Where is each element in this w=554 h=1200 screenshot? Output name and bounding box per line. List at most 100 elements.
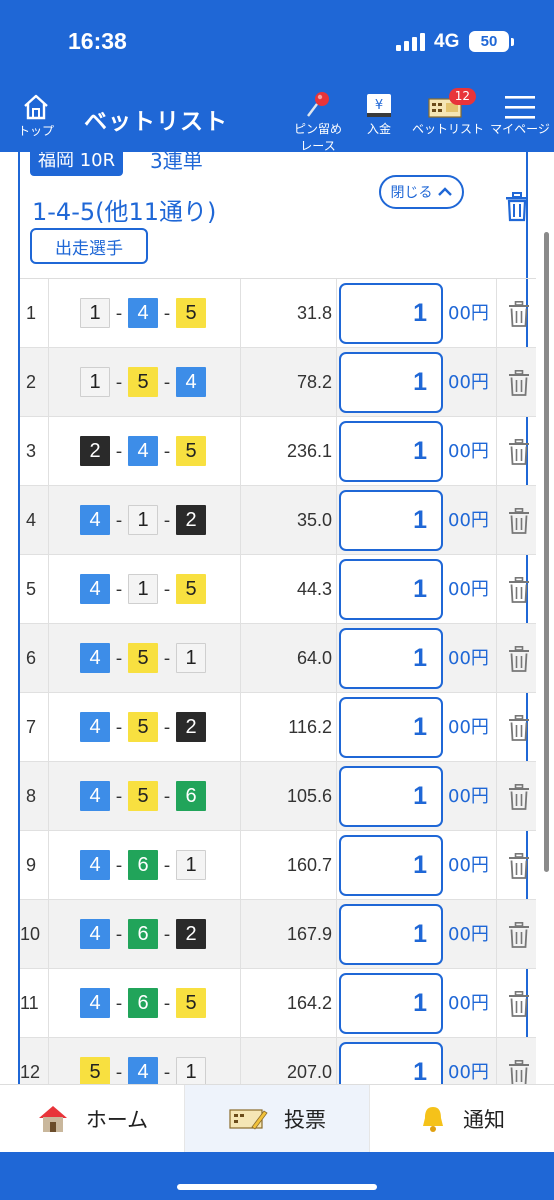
trash-icon[interactable] bbox=[507, 991, 531, 1021]
combo-separator: - bbox=[163, 1061, 171, 1083]
trash-icon[interactable] bbox=[507, 439, 531, 469]
combo-separator: - bbox=[115, 302, 123, 324]
bet-amount-input[interactable]: 1 bbox=[339, 283, 443, 344]
runner-number-box: 6 bbox=[128, 850, 158, 880]
bet-list-content: 福岡 10R 3連単 1-4-5(他11通り) 閉じる 出走選手 11-4-53… bbox=[0, 152, 554, 1084]
amount-unit: 00円 bbox=[448, 648, 489, 669]
runner-number-box: 6 bbox=[176, 781, 206, 811]
runners-button[interactable]: 出走選手 bbox=[30, 228, 148, 264]
mypage-button[interactable]: マイページ bbox=[488, 90, 552, 137]
row-divider bbox=[48, 417, 49, 485]
amount-unit: 00円 bbox=[448, 1062, 489, 1083]
trash-icon[interactable] bbox=[507, 784, 531, 814]
bet-number: 2 bbox=[26, 372, 37, 392]
runner-number-box: 2 bbox=[176, 505, 206, 535]
trash-icon[interactable] bbox=[507, 853, 531, 883]
betlist-button[interactable]: 12 ベットリスト bbox=[412, 88, 484, 137]
bet-amount-input[interactable]: 1 bbox=[339, 697, 443, 758]
trash-icon[interactable] bbox=[507, 1060, 531, 1084]
notify-tab[interactable]: 通知 bbox=[370, 1085, 554, 1152]
row-divider bbox=[496, 900, 497, 968]
row-divider bbox=[496, 969, 497, 1037]
combo-separator: - bbox=[163, 647, 171, 669]
trash-icon[interactable] bbox=[507, 370, 531, 400]
bet-amount-input[interactable]: 1 bbox=[339, 628, 443, 689]
vote-tab[interactable]: 投票 bbox=[185, 1085, 370, 1152]
runner-number-box: 5 bbox=[176, 298, 206, 328]
home-tab[interactable]: ホーム bbox=[0, 1085, 185, 1152]
scrollbar[interactable] bbox=[544, 232, 549, 872]
trash-icon[interactable] bbox=[507, 715, 531, 745]
bet-amount-input[interactable]: 1 bbox=[339, 559, 443, 620]
amount-unit: 00円 bbox=[448, 372, 489, 393]
yen-wallet-icon: ¥ bbox=[367, 94, 391, 117]
combo-separator: - bbox=[163, 992, 171, 1014]
row-divider bbox=[496, 417, 497, 485]
bet-amount-input[interactable]: 1 bbox=[339, 1042, 443, 1084]
bet-row: 2 1-5-4 78.2 1 00円 bbox=[20, 348, 536, 417]
row-divider bbox=[496, 624, 497, 692]
bet-odds: 78.2 bbox=[296, 372, 332, 392]
bet-amount-input[interactable]: 1 bbox=[339, 904, 443, 965]
bet-combination: 2-4-5 bbox=[80, 436, 206, 466]
row-divider bbox=[336, 417, 337, 485]
bet-combination: 4-6-1 bbox=[80, 850, 206, 880]
bet-combination: 4-5-1 bbox=[80, 643, 206, 673]
amount-unit: 00円 bbox=[448, 441, 489, 462]
bet-number: 4 bbox=[26, 510, 37, 530]
row-divider bbox=[240, 831, 241, 899]
bet-combination: 1-4-5 bbox=[80, 298, 206, 328]
bet-amount-input[interactable]: 1 bbox=[339, 421, 443, 482]
trash-icon[interactable] bbox=[507, 646, 531, 676]
row-divider bbox=[240, 900, 241, 968]
runner-number-box: 1 bbox=[176, 1057, 206, 1084]
bet-amount-input[interactable]: 1 bbox=[339, 352, 443, 413]
trash-all-icon[interactable] bbox=[503, 192, 531, 222]
bet-table: 1 1-4-5 31.8 1 00円 2 1-5-4 78.2 1 00円 3 2-4-5 236.1 1… bbox=[20, 278, 536, 1084]
svg-text:¥: ¥ bbox=[375, 98, 383, 113]
trash-icon[interactable] bbox=[507, 301, 531, 331]
row-divider bbox=[240, 624, 241, 692]
row-divider bbox=[240, 348, 241, 416]
amount-unit: 00円 bbox=[448, 855, 489, 876]
close-label: 閉じる bbox=[390, 185, 433, 201]
home-indicator[interactable] bbox=[177, 1184, 377, 1190]
bet-row: 1 1-4-5 31.8 1 00円 bbox=[20, 279, 536, 348]
bet-number: 6 bbox=[26, 648, 37, 668]
row-divider bbox=[496, 762, 497, 830]
runner-number-box: 5 bbox=[80, 1057, 110, 1084]
close-button[interactable]: 閉じる bbox=[379, 175, 464, 209]
row-divider bbox=[336, 624, 337, 692]
bet-amount-input[interactable]: 1 bbox=[339, 490, 443, 551]
combo-separator: - bbox=[115, 1061, 123, 1083]
runner-number-box: 4 bbox=[80, 919, 110, 949]
pin-race-button[interactable]: ピン留め レース bbox=[288, 90, 348, 154]
home-icon bbox=[24, 94, 48, 120]
trash-icon[interactable] bbox=[507, 922, 531, 952]
ticket-pen-icon bbox=[229, 1108, 268, 1130]
mypage-label: マイページ bbox=[490, 122, 550, 136]
trash-icon[interactable] bbox=[507, 508, 531, 538]
bell-icon bbox=[423, 1106, 443, 1132]
bet-odds: 31.8 bbox=[296, 303, 332, 323]
trash-icon[interactable] bbox=[507, 577, 531, 607]
runner-number-box: 4 bbox=[176, 367, 206, 397]
runner-number-box: 2 bbox=[80, 436, 110, 466]
runner-number-box: 5 bbox=[176, 988, 206, 1018]
vote-tab-label: 投票 bbox=[284, 1107, 326, 1132]
bet-amount-input[interactable]: 1 bbox=[339, 835, 443, 896]
runner-number-box: 1 bbox=[128, 574, 158, 604]
bet-amount-input[interactable]: 1 bbox=[339, 973, 443, 1034]
bet-number: 5 bbox=[26, 579, 37, 599]
top-button[interactable]: トップ bbox=[12, 92, 60, 148]
row-divider bbox=[48, 486, 49, 554]
bet-odds: 236.1 bbox=[286, 441, 332, 461]
deposit-button[interactable]: ¥ 入金 bbox=[358, 90, 400, 137]
runner-number-box: 1 bbox=[80, 298, 110, 328]
page-title: ベットリスト bbox=[84, 109, 228, 135]
row-divider bbox=[336, 831, 337, 899]
bet-amount-input[interactable]: 1 bbox=[339, 766, 443, 827]
amount-unit: 00円 bbox=[448, 510, 489, 531]
combo-separator: - bbox=[115, 440, 123, 462]
bet-row: 7 4-5-2 116.2 1 00円 bbox=[20, 693, 536, 762]
